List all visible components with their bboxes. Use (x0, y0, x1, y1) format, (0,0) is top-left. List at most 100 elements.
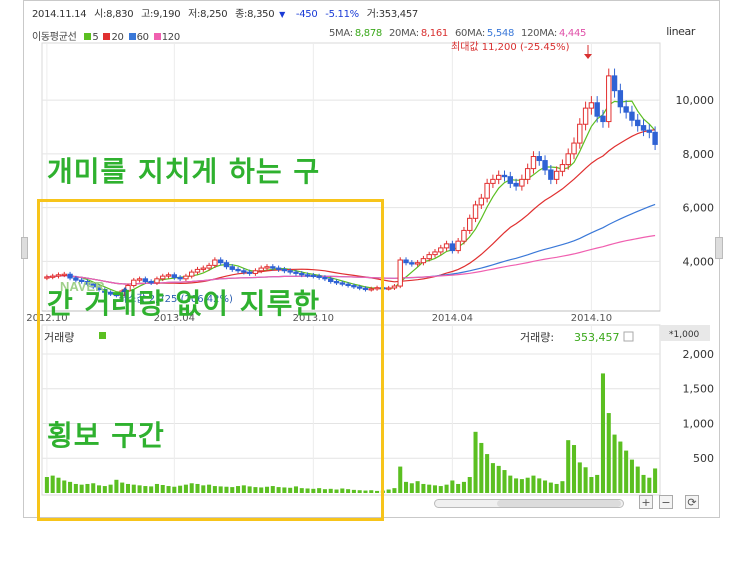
volume-panel-close-icon (623, 331, 634, 342)
volume-bar (432, 485, 438, 493)
candle-body (420, 258, 427, 264)
volume-bar (404, 481, 409, 493)
volume-bar (595, 474, 600, 493)
quote-volume: 거:353,457 (366, 9, 419, 20)
quote-high: 고:9,190 (141, 9, 181, 20)
price-tick-label: 6,000 (683, 202, 715, 215)
volume-bar (502, 470, 507, 493)
range-scrollbar[interactable] (434, 499, 624, 508)
volume-bar (600, 373, 605, 493)
volume-bar (618, 441, 623, 493)
volume-bar (560, 481, 565, 493)
candle-body (490, 178, 496, 184)
price-tick-label: 8,000 (683, 148, 715, 161)
volume-bar (531, 475, 536, 493)
moving-average-legend: 이동평균선 5 20 60 120 (32, 28, 180, 43)
candle-body (652, 131, 658, 145)
x-tick-label: 2014.10 (571, 313, 612, 324)
volume-bar (427, 484, 432, 493)
quote-info-bar: 2014.11.14 시:8,830 고:9,190 저:8,250 종:8,3… (32, 5, 423, 21)
volume-legend-label: 거래량: (520, 331, 554, 344)
volume-bar (514, 478, 519, 493)
x-tick-label: 2014.04 (432, 313, 473, 324)
volume-bar (398, 466, 403, 493)
legend-swatch (128, 33, 136, 40)
volume-bar (525, 477, 530, 493)
volume-bar (571, 445, 577, 493)
candle-body (478, 197, 485, 206)
candle-body (553, 170, 560, 180)
volume-bar (635, 466, 640, 493)
volume-bar (438, 486, 443, 493)
candle-body (391, 285, 398, 289)
candle-body (426, 254, 432, 260)
ma-value-label: 20MA: (388, 28, 419, 39)
candle-body (594, 102, 600, 117)
volume-bar (409, 483, 414, 493)
volume-bar (490, 463, 495, 493)
candle-body (409, 262, 415, 265)
zoom-out-button[interactable]: − (659, 495, 673, 509)
right-collapse-handle[interactable] (715, 237, 723, 259)
zoom-in-button[interactable]: + (639, 495, 653, 509)
candle-body (432, 251, 438, 256)
candle-body (600, 115, 606, 123)
quote-low: 저:8,250 (188, 9, 228, 20)
candle-body (501, 174, 508, 178)
volume-multiplier: *1,000 (669, 330, 700, 340)
candle-body (438, 247, 444, 253)
candle-body (467, 217, 473, 231)
candle-body (385, 287, 392, 290)
candle-body (513, 182, 519, 187)
volume-bar (629, 459, 634, 493)
quote-date: 2014.11.14 (32, 9, 87, 20)
volume-bar (496, 465, 501, 493)
annotation-text: 개미를 지치게 하는 구 간 거래량 없이 지루한 횡보 구간 (47, 62, 320, 502)
candle-body (461, 229, 467, 242)
down-arrow-icon: ▼ (279, 10, 286, 19)
candle-body (577, 123, 583, 144)
volume-bar (606, 413, 611, 493)
volume-bar (508, 475, 513, 493)
ma-value-label: 5MA: (329, 28, 353, 39)
volume-bar (583, 467, 588, 493)
quote-change-percent: -5.11% (325, 9, 359, 20)
volume-bar (386, 489, 391, 493)
candle-body (496, 174, 502, 180)
quote-open: 시:8,830 (94, 9, 134, 20)
volume-bar (577, 462, 582, 493)
candle-body (646, 129, 653, 133)
candle-body (635, 119, 641, 127)
candle-body (449, 243, 456, 252)
moving-average-values: 5MA: 8,878 20MA: 8,161 60MA: 5,548 120MA: 4,445 (329, 28, 593, 39)
scale-type-label[interactable]: linear (666, 25, 695, 38)
volume-bar (479, 442, 484, 493)
volume-bar (485, 454, 490, 493)
volume-tick-label: 2,000 (683, 348, 715, 361)
price-tick-label: 4,000 (683, 255, 715, 268)
legend-label: 20 (111, 32, 124, 43)
volume-bar (589, 477, 594, 493)
candle-body (588, 102, 595, 109)
volume-legend-value: 353,457 (574, 331, 620, 344)
candle-body (606, 75, 612, 123)
annotation-line: 횡보 구간 (47, 419, 165, 452)
candle-body (617, 90, 624, 108)
max-value-label: 최대값 11,200 (-25.45%) (451, 41, 570, 53)
volume-bar (653, 468, 658, 493)
volume-bar (624, 450, 629, 493)
volume-bar (415, 481, 420, 493)
left-collapse-handle[interactable] (21, 237, 28, 259)
legend-label: 60 (136, 32, 149, 43)
candle-body (524, 168, 531, 180)
candle-body (414, 262, 421, 265)
legend-swatch (153, 33, 161, 40)
range-scrollbar-thumb[interactable] (497, 500, 621, 507)
ma-value: 4,445 (558, 28, 587, 39)
ma-value-label: 60MA: (455, 28, 485, 39)
annotation-line: 간 거래량 없이 지루한 (47, 287, 321, 320)
reset-button[interactable]: ⟳ (685, 495, 699, 509)
legend-swatch (84, 33, 92, 40)
volume-bar (537, 478, 542, 493)
volume-bar (548, 482, 553, 493)
